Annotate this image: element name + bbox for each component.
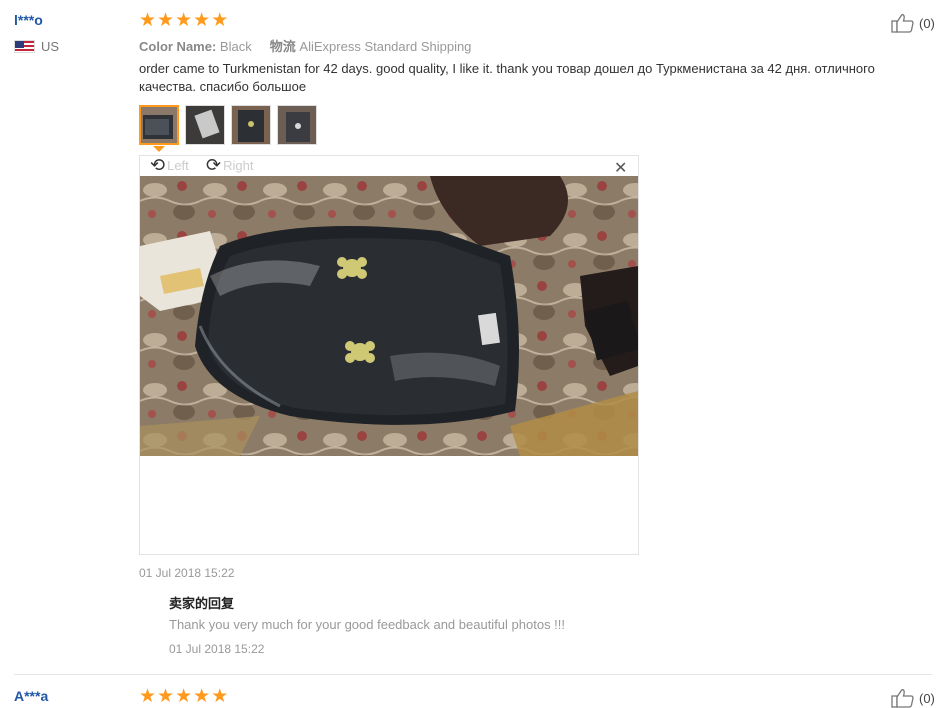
star-icon: ★: [175, 9, 193, 31]
star-icon: ★: [157, 9, 175, 31]
photo-image: [278, 106, 316, 144]
seller-reply-date: 01 Jul 2018 15:22: [169, 642, 265, 656]
reviewer-country: US: [14, 39, 59, 54]
photo-thumbnail[interactable]: [185, 105, 225, 145]
seller-reply-text: Thank you very much for your good feedba…: [169, 617, 566, 632]
seller-reply-title: 卖家的回复: [169, 596, 235, 611]
star-icon: ★: [157, 685, 175, 707]
reviewer-name: l***o: [14, 12, 43, 28]
star-icon: ★: [139, 685, 157, 707]
photo-thumbnail[interactable]: [231, 105, 271, 145]
rotate-left-icon[interactable]: ⟲: [150, 155, 165, 176]
helpful-button[interactable]: (0): [891, 688, 935, 708]
reviewer-name: A***a: [14, 688, 49, 704]
helpful-button[interactable]: (0): [891, 13, 935, 33]
shipping-label: 物流: [269, 39, 296, 54]
star-rating: ★ ★ ★ ★ ★: [139, 9, 229, 31]
shipping-value: AliExpress Standard Shipping: [299, 39, 472, 54]
review-attributes: Color Name: Black 物流 AliExpress Standard…: [139, 36, 471, 55]
photo-thumbnail[interactable]: [277, 105, 317, 145]
rotate-left-button[interactable]: ⟲ Left: [150, 155, 189, 176]
star-icon: ★: [139, 9, 157, 31]
review-divider: [14, 674, 932, 675]
rotate-right-label: Right: [223, 158, 254, 173]
like-count: (0): [919, 15, 935, 31]
star-icon: ★: [193, 9, 211, 31]
photo-thumbnail[interactable]: [139, 105, 179, 145]
star-rating: ★ ★ ★ ★ ★: [139, 685, 229, 707]
review-text: order came to Turkmenistan for 42 days. …: [139, 61, 875, 94]
close-icon[interactable]: ✕: [614, 158, 627, 177]
color-label: Color Name:: [139, 39, 217, 54]
thumbs-up-icon[interactable]: [891, 13, 915, 33]
us-flag-icon: [14, 40, 35, 53]
country-code: US: [41, 39, 60, 54]
photo-image: [141, 107, 177, 143]
thumbs-up-icon[interactable]: [891, 688, 915, 708]
selected-thumbnail-pointer: [153, 146, 165, 152]
photo-image: [186, 106, 224, 144]
color-value: Black: [219, 39, 252, 54]
photo-thumbnails: [139, 105, 317, 145]
like-count: (0): [919, 690, 935, 706]
star-icon: ★: [211, 9, 229, 31]
star-icon: ★: [211, 685, 229, 707]
rotate-left-label: Left: [167, 158, 189, 173]
review-photo[interactable]: [140, 176, 638, 456]
review-date: 01 Jul 2018 15:22: [139, 566, 235, 580]
rotate-right-button[interactable]: ⟳ Right: [206, 155, 253, 176]
star-icon: ★: [193, 685, 211, 707]
star-icon: ★: [175, 685, 193, 707]
photo-image: [232, 106, 270, 144]
rotate-right-icon[interactable]: ⟳: [206, 155, 221, 176]
